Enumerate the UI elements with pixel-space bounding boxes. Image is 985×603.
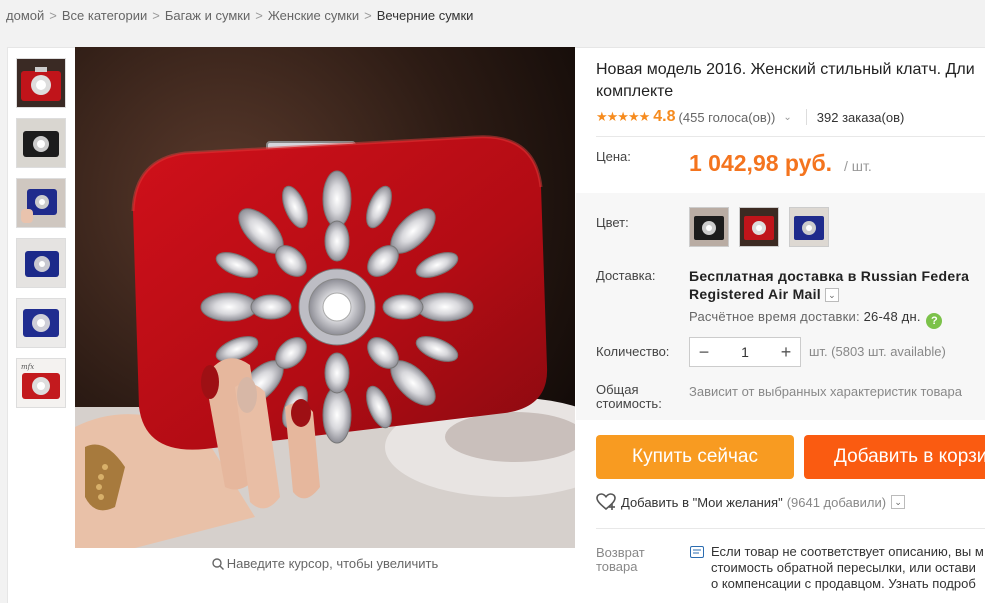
price-label: Цена: bbox=[596, 149, 631, 164]
chevron-down-icon[interactable]: ⌄ bbox=[891, 495, 906, 509]
return-label-line1: Возврат bbox=[596, 545, 645, 560]
add-to-cart-button[interactable]: Добавить в корзи bbox=[804, 435, 985, 479]
return-line2: стоимость обратной пересылки, или остави bbox=[711, 560, 976, 575]
total-label: Общая стоимость: bbox=[596, 383, 662, 411]
rating-stars: ★★★★★ bbox=[596, 109, 650, 124]
color-swatch-black[interactable] bbox=[689, 207, 729, 247]
thumbnail-strip: mfx bbox=[16, 58, 66, 418]
delivery-time-label: Расчётное время доставки: bbox=[689, 309, 860, 324]
thumbnail-red-clutch-front[interactable]: mfx bbox=[16, 358, 66, 408]
breadcrumb-all-categories[interactable]: Все категории bbox=[62, 8, 147, 23]
breadcrumb-separator: > bbox=[364, 8, 372, 23]
breadcrumb: домой > Все категории > Багаж и сумки > Женски… bbox=[6, 8, 473, 23]
search-icon bbox=[212, 558, 224, 570]
delivery-time-value: 26-48 дн. bbox=[863, 309, 921, 324]
quantity-decrease-button[interactable]: − bbox=[690, 338, 718, 366]
delivery-time: Расчётное время доставки: 26-48 дн. ? bbox=[689, 309, 943, 329]
quantity-input[interactable] bbox=[718, 338, 772, 366]
wishlist-count: (9641 добавили) bbox=[786, 494, 887, 510]
help-icon[interactable]: ? bbox=[926, 313, 943, 329]
price-per-unit: / шт. bbox=[844, 158, 872, 174]
breadcrumb-separator: > bbox=[255, 8, 263, 23]
svg-text:mfx: mfx bbox=[21, 363, 34, 371]
rating-row: ★★★★★ 4.8 (455 голоса(ов)) ⌄ 392 заказа(… bbox=[596, 108, 904, 126]
chevron-down-icon[interactable]: ⌄ bbox=[783, 112, 791, 123]
main-product-image[interactable] bbox=[75, 47, 575, 548]
quantity-available: шт. (5803 шт. available) bbox=[809, 344, 946, 359]
return-line1: Если товар не соответствует описанию, вы… bbox=[711, 544, 984, 559]
shipping-method: Бесплатная доставка в Russian Federa Reg… bbox=[689, 267, 969, 303]
color-swatch-blue[interactable] bbox=[789, 207, 829, 247]
product-title: Новая модель 2016. Женский стильный клат… bbox=[596, 59, 985, 103]
zoom-hint: Наведите курсор, чтобы увеличить bbox=[75, 556, 575, 571]
thumbnail-blue-clutch-front[interactable] bbox=[16, 298, 66, 348]
return-line3[interactable]: о компенсации с продавцом. Узнать подроб bbox=[711, 576, 984, 592]
divider bbox=[596, 528, 985, 529]
thumbnail-blue-clutch-side[interactable] bbox=[16, 238, 66, 288]
return-label-line2: товара bbox=[596, 559, 638, 574]
shipping-line1: Бесплатная доставка в Russian Federa bbox=[689, 268, 970, 284]
total-value: Зависит от выбранных характеристик товар… bbox=[689, 384, 962, 399]
breadcrumb-evening-bags[interactable]: Вечерние сумки bbox=[377, 8, 474, 23]
return-policy-icon bbox=[690, 545, 704, 563]
divider bbox=[805, 109, 807, 125]
shipping-label: Доставка: bbox=[596, 268, 656, 283]
thumbnail-blue-clutch-hand[interactable] bbox=[16, 178, 66, 228]
wishlist-row[interactable]: Добавить в "Мои желания" (9641 добавили)… bbox=[596, 493, 906, 511]
rating-score: 4.8 bbox=[653, 108, 676, 125]
thumbnail-black-clutch[interactable] bbox=[16, 118, 66, 168]
breadcrumb-luggage-bags[interactable]: Багаж и сумки bbox=[165, 8, 250, 23]
quantity-stepper: − + bbox=[689, 337, 801, 367]
product-info: Новая модель 2016. Женский стильный клат… bbox=[576, 47, 985, 603]
product-title-line1: Новая модель 2016. Женский стильный клат… bbox=[596, 61, 975, 78]
breadcrumb-separator: > bbox=[49, 8, 57, 23]
breadcrumb-womens-bags[interactable]: Женские сумки bbox=[268, 8, 359, 23]
divider bbox=[596, 136, 985, 137]
zoom-hint-text: Наведите курсор, чтобы увеличить bbox=[226, 556, 439, 571]
shipping-line2: Registered Air Mail bbox=[689, 286, 821, 302]
buy-now-button[interactable]: Купить сейчас bbox=[596, 435, 794, 479]
thumbnail-red-clutch-closeup[interactable] bbox=[16, 58, 66, 108]
heart-icon bbox=[596, 493, 616, 511]
total-label-line1: Общая bbox=[596, 382, 639, 397]
quantity-increase-button[interactable]: + bbox=[772, 338, 800, 366]
breadcrumb-home[interactable]: домой bbox=[6, 8, 44, 23]
color-label: Цвет: bbox=[596, 215, 629, 230]
total-label-line2: стоимость: bbox=[596, 396, 662, 411]
orders-count: 392 заказа(ов) bbox=[816, 109, 905, 125]
return-label: Возврат товара bbox=[596, 546, 645, 574]
color-swatch-red[interactable] bbox=[739, 207, 779, 247]
return-policy-text: Если товар не соответствует описанию, вы… bbox=[711, 544, 984, 592]
product-title-line2: комплекте bbox=[596, 83, 674, 100]
quantity-label: Количество: bbox=[596, 344, 670, 359]
breadcrumb-separator: > bbox=[152, 8, 160, 23]
chevron-down-icon[interactable]: ⌄ bbox=[825, 288, 839, 302]
price-value: 1 042,98 руб. bbox=[689, 150, 833, 176]
rating-votes[interactable]: (455 голоса(ов)) bbox=[679, 110, 776, 125]
wishlist-label[interactable]: Добавить в "Мои желания" bbox=[621, 495, 783, 510]
